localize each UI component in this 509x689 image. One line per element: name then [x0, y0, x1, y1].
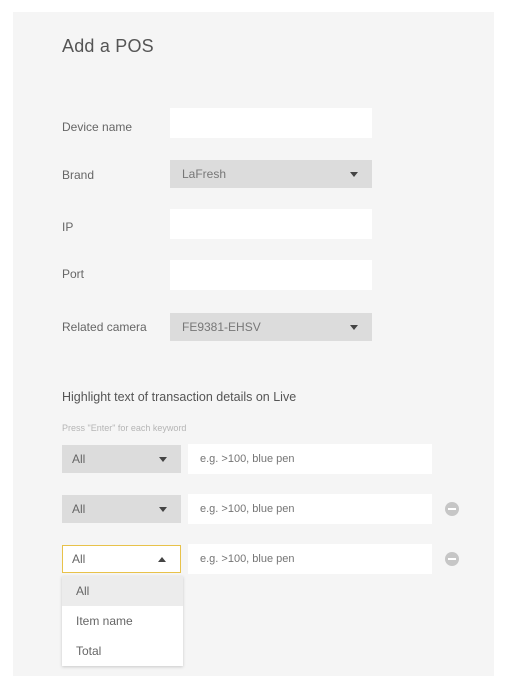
keyword-input-3[interactable]	[188, 544, 432, 574]
minus-circle-icon[interactable]	[445, 552, 459, 566]
dropdown-option-item-name[interactable]: Item name	[62, 606, 183, 636]
brand-select[interactable]: LaFresh	[170, 160, 372, 188]
dropdown-option-total[interactable]: Total	[62, 636, 183, 666]
port-input[interactable]	[170, 260, 372, 290]
minus-circle-icon[interactable]	[445, 502, 459, 516]
caret-up-icon	[158, 557, 166, 562]
keyword-scope-select-2[interactable]: All	[62, 495, 181, 523]
dropdown-option-all[interactable]: All	[62, 576, 183, 606]
keyword-scope-value: All	[72, 502, 86, 516]
keyword-scope-value: All	[72, 552, 86, 566]
ip-input[interactable]	[170, 209, 372, 239]
keyword-scope-select-1[interactable]: All	[62, 445, 181, 473]
keyword-hint: Press "Enter" for each keyword	[62, 423, 187, 433]
device-name-input[interactable]	[170, 108, 372, 138]
keyword-scope-value: All	[72, 452, 86, 466]
related-camera-value: FE9381-EHSV	[182, 320, 261, 334]
caret-down-icon	[350, 172, 358, 177]
highlight-section-title: Highlight text of transaction details on…	[62, 390, 297, 404]
keyword-scope-select-3[interactable]: All	[62, 545, 181, 573]
keyword-input-1[interactable]	[188, 444, 432, 474]
caret-down-icon	[350, 325, 358, 330]
brand-label: Brand	[62, 168, 95, 182]
ip-label: IP	[62, 220, 74, 234]
keyword-input-2[interactable]	[188, 494, 432, 524]
scope-dropdown-menu: All Item name Total	[62, 576, 183, 666]
caret-down-icon	[159, 457, 167, 462]
caret-down-icon	[159, 507, 167, 512]
page-title: Add a POS	[62, 36, 154, 56]
related-camera-select[interactable]: FE9381-EHSV	[170, 313, 372, 341]
related-camera-label: Related camera	[62, 320, 147, 334]
port-label: Port	[62, 267, 85, 281]
device-name-label: Device name	[62, 120, 133, 134]
brand-select-value: LaFresh	[182, 167, 227, 181]
